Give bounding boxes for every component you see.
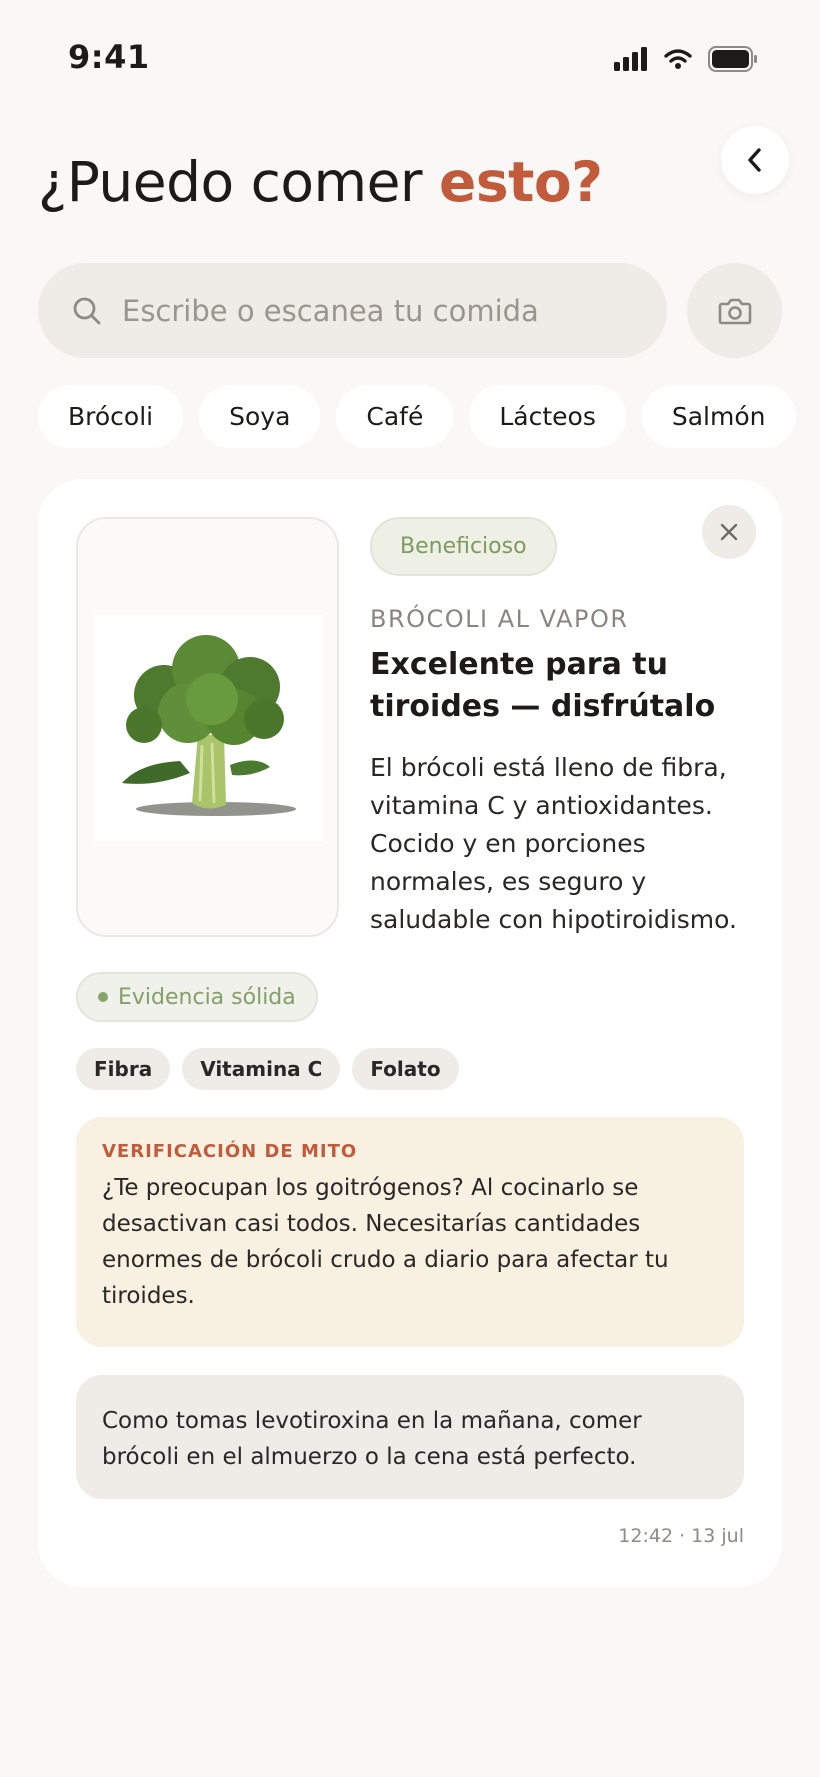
myth-check-label: VERIFICACIÓN DE MITO [102,1141,358,1162]
page-title-prefix: ¿Puedo comer [38,150,440,214]
nutrient-tag-vitamina-c: Vitamina C [182,1048,341,1090]
myth-check-box: VERIFICACIÓN DE MITO ¿Te preocupan los g… [76,1117,744,1347]
result-card: Beneficioso BRÓCOLI AL VAPOR Excelente p… [38,479,782,1587]
medication-note-box: Como tomas levotiroxina en la mañana, co… [76,1375,744,1499]
food-image [76,517,339,937]
status-time: 9:41 [68,38,150,76]
search-icon [73,297,101,324]
status-bar: 9:41 [0,0,820,120]
nutrient-tag-folato: Folato [352,1048,459,1090]
result-description: El brócoli está lleno de fibra, vitamina… [370,753,737,934]
evidence-label: Evidencia sólida [118,984,296,1010]
close-icon [720,523,738,541]
status-icons [614,44,758,74]
nutrient-tag-fibra: Fibra [76,1048,171,1090]
page-title-accent: esto? [439,150,603,214]
result-timestamp: 12:42 · 13 jul [618,1525,744,1547]
wifi-icon [664,49,692,69]
battery-icon [708,46,757,72]
myth-check-text: ¿Te preocupan los goitrógenos? Al cocina… [102,1175,669,1309]
medication-note-text: Como tomas levotiroxina en la mañana, co… [102,1408,642,1470]
nutrient-tags: Fibra Vitamina C Folato [76,1048,459,1090]
chip-cafe[interactable]: Café [336,385,454,448]
evidence-badge: Evidencia sólida [76,972,318,1022]
search-placeholder: Escribe o escanea tu comida [122,293,539,328]
broccoli-image [122,635,296,816]
result-headline: Excelente para tu tiroides — disfrútalo [370,647,716,724]
back-button[interactable] [721,126,789,194]
chip-soya[interactable]: Soya [199,385,321,448]
quick-food-chips: Brócoli Soya Café Lácteos Salmón [38,385,796,448]
evidence-dot-icon [98,992,108,1002]
page-title: ¿Puedo comer esto? [38,150,603,214]
chip-lacteos[interactable]: Lácteos [469,385,626,448]
camera-scan-button[interactable] [687,263,782,358]
chip-brocoli[interactable]: Brócoli [38,385,184,448]
broccoli-photo [94,615,323,841]
search-input[interactable]: Escribe o escanea tu comida [38,263,667,358]
verdict-badge: Beneficioso [370,517,557,576]
chip-salmon[interactable]: Salmón [641,385,796,448]
chevron-left-icon [748,148,761,172]
close-button[interactable] [702,505,756,559]
camera-icon [718,298,751,324]
signal-icon [614,47,647,71]
food-name: BRÓCOLI AL VAPOR [370,605,629,633]
